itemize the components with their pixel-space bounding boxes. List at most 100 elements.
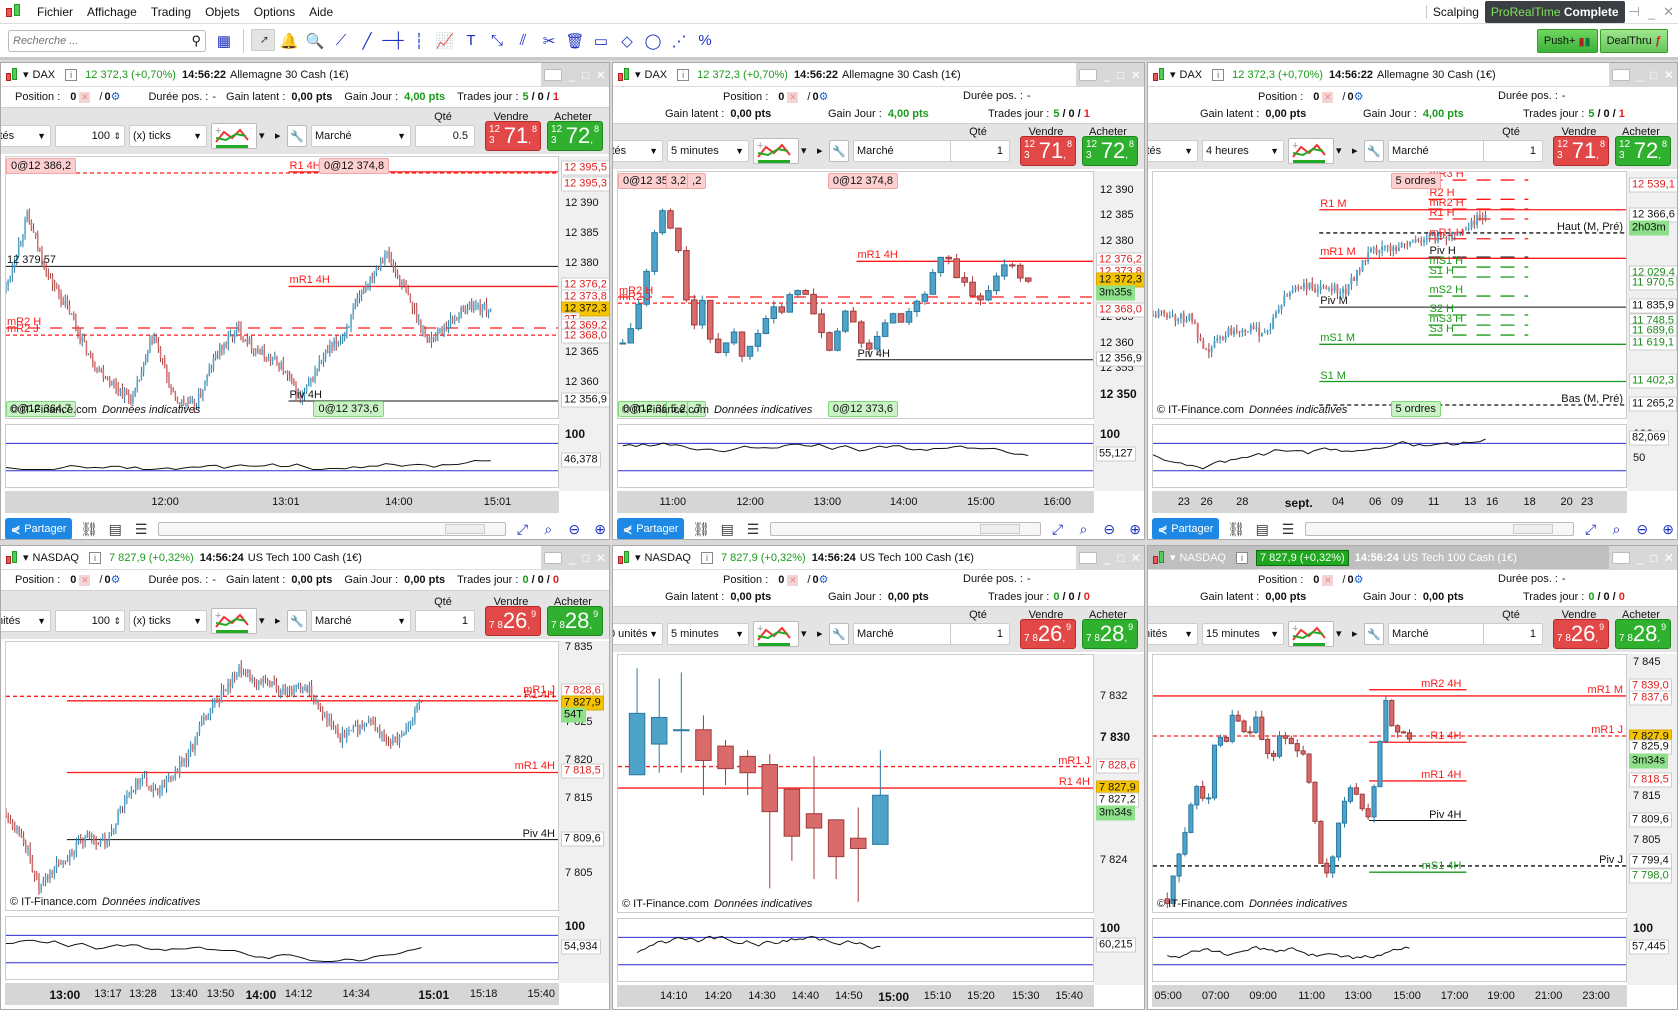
keyboard-icon[interactable] (1079, 552, 1098, 564)
info-icon[interactable]: i (677, 68, 690, 81)
units-select[interactable]: 0 unités ▼ (613, 623, 663, 645)
maximize-icon[interactable]: □ (582, 68, 589, 82)
expand-arrow-icon[interactable]: ▸ (1352, 144, 1358, 157)
vertical-line-icon[interactable]: ┆ (407, 29, 431, 53)
search-box[interactable]: ⚲ (8, 29, 206, 52)
menu-options[interactable]: Options (254, 5, 295, 19)
minimize-icon[interactable]: _ (1637, 551, 1644, 565)
add-indicator-button[interactable]: + (1288, 138, 1334, 164)
expand-arrow-icon[interactable]: ▸ (275, 129, 281, 142)
chevron-down-icon[interactable]: ▾ (1170, 68, 1176, 81)
chevron-down-icon[interactable]: ▾ (23, 551, 29, 564)
horizontal-scrollbar[interactable] (769, 522, 1041, 536)
expand-arrow-icon[interactable]: ▸ (817, 144, 823, 157)
auto-scale-icon[interactable]: ⤢ (514, 520, 532, 538)
order-badge[interactable]: 5 ordres (1390, 401, 1441, 417)
buy-button[interactable]: 12 3 72, 8 (1082, 136, 1138, 166)
buy-button[interactable]: 12 3 72, 8 (1615, 136, 1671, 166)
time-axis[interactable]: 12:00 13:01 14:00 15:01 (5, 491, 559, 513)
close-position-icon[interactable]: ✕ (1322, 574, 1334, 586)
keyboard-icon[interactable] (544, 552, 563, 564)
stepper-icon[interactable]: ⇕ (113, 616, 121, 627)
indicator-pane[interactable] (617, 424, 1094, 488)
pin-icon[interactable]: ⊣ (1629, 4, 1640, 20)
settings-gear-icon[interactable]: ⚙ (1354, 574, 1364, 586)
settings-gear-icon[interactable]: ⚙ (1354, 91, 1364, 103)
search-input[interactable] (13, 34, 192, 47)
order-badge[interactable]: 0@12 386,2 (6, 158, 77, 174)
link-icon[interactable]: ⛓ (692, 520, 710, 538)
add-indicator-button[interactable]: + (211, 608, 257, 634)
close-position-icon[interactable]: ✕ (787, 574, 799, 586)
settings-gear-icon[interactable]: ⚙ (819, 574, 829, 586)
time-axis[interactable]: 05:00 07:00 09:00 11:00 13:00 15:00 17:00 19:00… (1152, 985, 1627, 1007)
close-icon[interactable]: ✕ (596, 68, 606, 82)
minimize-icon[interactable]: _ (1637, 68, 1644, 82)
units-select[interactable]: nités ▼ (1148, 623, 1198, 645)
indicator-dropdown-icon[interactable]: ▾ (1336, 144, 1342, 157)
buy-button[interactable]: 7 8 28, 9 (1615, 619, 1671, 649)
indicator-pane[interactable] (617, 918, 1094, 982)
order-type-select[interactable]: Marché▼ (853, 623, 963, 645)
trendline-icon[interactable]: ╱ (355, 29, 379, 53)
add-indicator-button[interactable]: + (1288, 621, 1334, 647)
indicator-pane[interactable] (1152, 424, 1627, 488)
share-button[interactable]: ⋞ Partager (1152, 518, 1220, 539)
order-type-select[interactable]: Marché▼ (853, 140, 963, 162)
period-select[interactable]: 5 minutes ▼ (667, 623, 749, 645)
expand-arrow-icon[interactable]: ▸ (1352, 627, 1358, 640)
scroll-thumb[interactable] (444, 524, 485, 534)
indicator-dropdown-icon[interactable]: ▾ (259, 129, 265, 142)
keyboard-icon[interactable] (1079, 69, 1098, 81)
dealthru-button[interactable]: DealThru ƒ (1599, 29, 1668, 53)
sell-button[interactable]: 12 3 71, 8 (1020, 136, 1076, 166)
indicator-dropdown-icon[interactable]: ▾ (801, 144, 807, 157)
info-icon[interactable]: i (701, 551, 713, 564)
price-chart[interactable]: mR1 J R1 4H mR1 4H Piv 4H © IT-Finance.com Do… (5, 641, 559, 911)
buy-button[interactable]: 7 8 28, 9 (547, 606, 603, 636)
instrument-name[interactable]: DAX (645, 69, 668, 81)
zoom-icon[interactable]: 🔍 (303, 29, 327, 53)
tools-icon[interactable]: ✂ (537, 29, 561, 53)
zoom-out-icon[interactable]: ⊖ (565, 520, 583, 538)
zoom-out-icon[interactable]: ⊖ (1100, 520, 1118, 538)
settings-gear-icon[interactable]: ⚙ (111, 574, 121, 586)
zoom-fit-icon[interactable]: ⌕ (539, 520, 557, 538)
maximize-icon[interactable]: □ (1117, 551, 1124, 565)
point-icon[interactable]: ⤡ (485, 29, 509, 53)
trash-icon[interactable]: 🗑 (563, 29, 587, 53)
indicator-pane[interactable] (5, 424, 559, 488)
quantity-input[interactable]: 1 (1483, 623, 1543, 645)
ellipse-icon[interactable]: ◯ (641, 29, 665, 53)
zoom-fit-icon[interactable]: ⌕ (1074, 520, 1092, 538)
zoom-in-icon[interactable]: ⊕ (1126, 520, 1144, 538)
units-select[interactable]: ités ▼ (613, 140, 663, 162)
time-axis[interactable]: 14:10 14:20 14:30 14:40 14:50 15:00 15:10 15:20… (617, 985, 1094, 1007)
scroll-thumb[interactable] (979, 524, 1020, 534)
orderbook-icon[interactable]: ☰ (744, 520, 762, 538)
orderbook-icon[interactable]: ☰ (1279, 520, 1297, 538)
quantity-input[interactable]: 1 (950, 623, 1010, 645)
price-axis[interactable]: 12 390 12 385 12 380 12 365 12 360 12 355 12 3… (1094, 171, 1144, 491)
period-select[interactable]: 5 minutes ▼ (667, 140, 749, 162)
minimize-button[interactable]: _ (1648, 5, 1655, 20)
order-settings-button[interactable]: 🔧 (829, 140, 849, 162)
order-settings-button[interactable]: 🔧 (829, 623, 849, 645)
indicator-dropdown-icon[interactable]: ▾ (1336, 627, 1342, 640)
percent-icon[interactable]: % (693, 29, 717, 53)
period-select[interactable]: (x) ticks ▼ (129, 610, 207, 632)
price-chart[interactable]: mR1 M mR1 J Piv J mR2 4H R1 4H mR1 4H Piv 4H mS… (1152, 654, 1627, 913)
period-select[interactable]: (x) ticks ▼ (129, 125, 207, 147)
order-badge[interactable]: 0@12 374,8 (827, 173, 898, 189)
time-axis[interactable]: 23 26 28 sept. 04 06 09 11 13 16 18 20 23 (1152, 491, 1627, 513)
sell-button[interactable]: 7 8 26, 9 (1553, 619, 1609, 649)
price-chart[interactable]: mR1 J R1 4H © IT-Finance.com Données indica… (617, 654, 1094, 913)
order-badge[interactable]: 0@12 373,6 (313, 401, 384, 417)
price-axis[interactable]: 12 390 12 385 12 380 12 365 12 360 12 395,5 12… (559, 156, 609, 491)
keyboard-icon[interactable] (1612, 552, 1631, 564)
workspace-label[interactable]: Scalping (1425, 5, 1485, 19)
price-axis[interactable]: 7 845 7 815 7 805 7 839,0 7 837,6 7 827,9 7 82… (1627, 654, 1677, 985)
report-icon[interactable]: ▤ (1253, 520, 1271, 538)
quantity-input[interactable]: 1 (1483, 140, 1543, 162)
share-button[interactable]: ⋞ Partager (5, 518, 73, 539)
